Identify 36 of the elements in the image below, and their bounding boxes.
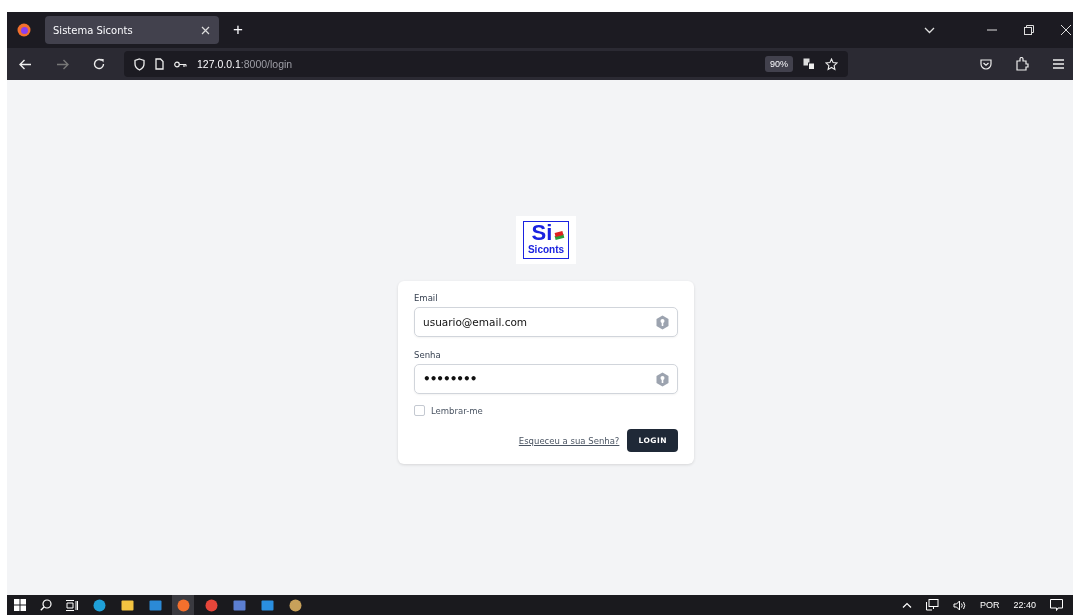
close-icon[interactable] [1061, 25, 1071, 35]
notification-icon[interactable] [1050, 599, 1063, 611]
speaker-icon[interactable] [952, 599, 966, 611]
siconts-logo: Si Siconts [516, 216, 576, 264]
password-field[interactable]: •••••••• [414, 364, 678, 394]
remember-checkbox[interactable] [414, 405, 425, 416]
url-text[interactable]: 127.0.0.1:8000/login [197, 58, 293, 70]
restore-icon[interactable] [1024, 25, 1034, 35]
field-label: Senha [414, 350, 442, 360]
language-indicator[interactable]: POR [979, 600, 1000, 610]
chevron-up-icon[interactable] [901, 602, 912, 608]
search-icon[interactable] [40, 599, 52, 611]
new-tab-button[interactable]: + [229, 20, 247, 40]
star-icon[interactable] [825, 57, 838, 71]
forward-arrow-icon[interactable] [56, 58, 69, 70]
puzzle-icon[interactable] [1016, 57, 1029, 71]
clock[interactable]: 22:40 [1013, 600, 1036, 610]
menu-icon[interactable] [1053, 59, 1064, 69]
address-bar[interactable]: 127.0.0.1:8000/login 90% [124, 51, 848, 77]
back-arrow-icon[interactable] [19, 58, 32, 70]
key-icon[interactable] [174, 60, 187, 68]
network-icon[interactable] [925, 599, 939, 611]
close-icon[interactable] [201, 25, 210, 35]
checkbox-label[interactable]: Lembrar-me [431, 405, 483, 416]
page-icon [155, 58, 164, 70]
shield-icon[interactable] [134, 57, 145, 71]
field-label: Email [414, 293, 439, 303]
pocket-icon[interactable] [980, 58, 992, 70]
reload-icon[interactable] [93, 58, 105, 70]
task-view-icon[interactable] [66, 599, 78, 611]
email-field[interactable]: usuario@email.com [414, 307, 678, 337]
zoom-badge[interactable]: 90% [765, 56, 793, 72]
chevron-down-icon[interactable] [924, 26, 935, 34]
forgot-password-link[interactable]: Esqueceu a sua Senha? [518, 435, 620, 446]
browser-tab[interactable]: Sistema Siconts [45, 16, 219, 44]
windows-start-icon[interactable] [14, 599, 26, 611]
